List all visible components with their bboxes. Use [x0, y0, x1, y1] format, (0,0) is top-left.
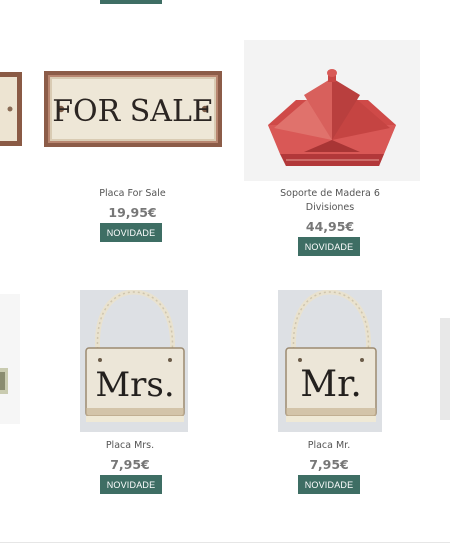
mrs-sign-text: Mrs. [95, 365, 174, 405]
product-name-wooden-organizer[interactable]: Soporte de Madera 6 Divisiones [264, 187, 396, 215]
partial-product-image-left-row2[interactable] [0, 294, 20, 424]
new-badge-wooden-organizer[interactable]: NOVIDADE [298, 237, 360, 256]
product-name-mrs[interactable]: Placa Mrs. [80, 439, 180, 453]
mr-sign-text: Mr. [300, 364, 362, 405]
product-price-mrs: 7,95€ [110, 457, 150, 472]
new-badge-mrs[interactable]: NOVIDADE [100, 475, 162, 494]
new-badge-for-sale[interactable]: NOVIDADE [100, 223, 162, 242]
partial-badge-top[interactable] [100, 0, 162, 4]
product-name-mr[interactable]: Placa Mr. [279, 439, 379, 453]
partial-product-image-right-row2[interactable] [440, 318, 450, 420]
product-image-mr[interactable]: Mr. [278, 290, 382, 432]
product-price-wooden-organizer: 44,95€ [305, 219, 355, 234]
partial-product-image-left[interactable] [0, 72, 24, 146]
product-image-mrs[interactable]: Mrs. [80, 290, 188, 432]
product-price-mr: 7,95€ [309, 457, 349, 472]
new-badge-mr[interactable]: NOVIDADE [298, 475, 360, 494]
product-price-for-sale: 19,95€ [108, 205, 157, 220]
product-image-wooden-organizer[interactable] [244, 40, 420, 181]
for-sale-sign-text: FOR SALE [52, 94, 214, 129]
divider [0, 542, 450, 543]
product-image-for-sale[interactable]: FOR SALE [44, 71, 222, 147]
product-name-for-sale[interactable]: Placa For Sale [60, 187, 205, 201]
